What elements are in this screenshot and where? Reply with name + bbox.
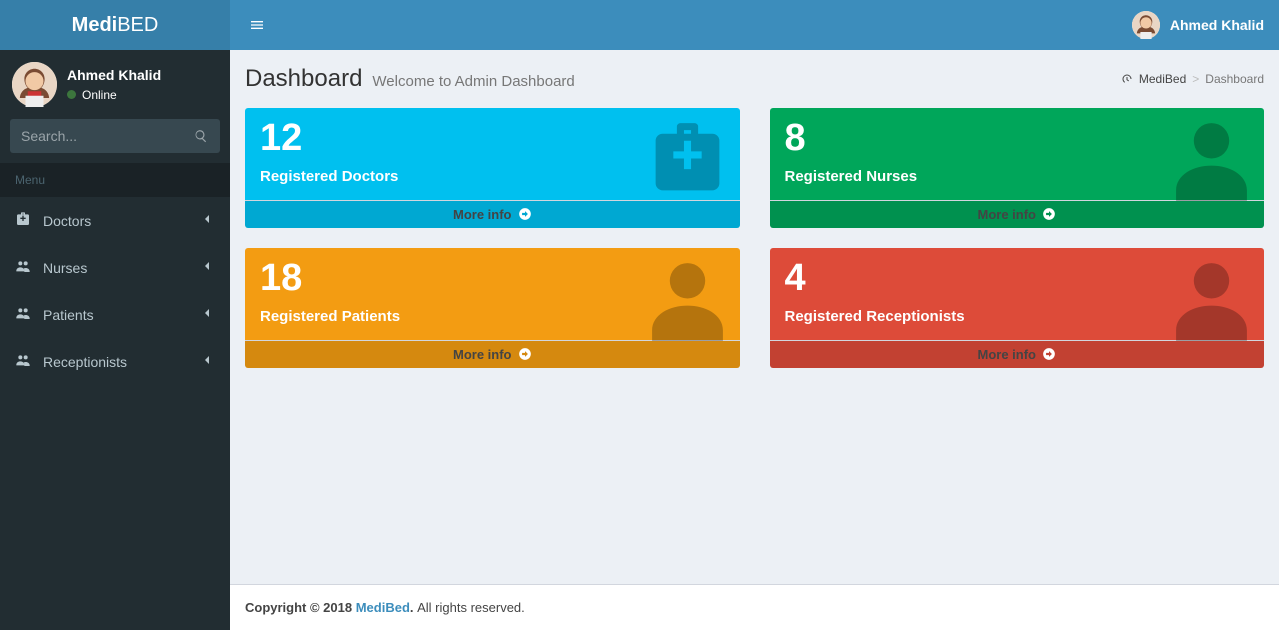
chevron-left-icon bbox=[199, 352, 215, 371]
chevron-left-icon bbox=[199, 211, 215, 230]
sidebar-item-label: Patients bbox=[43, 307, 94, 323]
sidebar-item-doctors[interactable]: Doctors bbox=[0, 197, 230, 244]
person-large-icon bbox=[1169, 116, 1254, 204]
users-icon bbox=[15, 305, 31, 324]
users-icon bbox=[15, 258, 31, 277]
stat-box-nurses: 8 Registered Nurses More info bbox=[770, 108, 1265, 228]
page-title: Dashboard bbox=[245, 65, 362, 93]
brand-bold: Medi bbox=[72, 14, 118, 36]
sidebar-item-label: Nurses bbox=[43, 260, 87, 276]
menu-header: Menu bbox=[0, 163, 230, 197]
breadcrumb-current: Dashboard bbox=[1205, 72, 1264, 86]
sidebar-toggle-button[interactable] bbox=[245, 13, 269, 37]
arrow-circle-right-icon bbox=[518, 347, 532, 361]
page-subtitle: Welcome to Admin Dashboard bbox=[372, 73, 574, 90]
breadcrumb-sep: > bbox=[1192, 72, 1199, 86]
main-footer: Copyright © 2018 MediBed. All rights res… bbox=[230, 584, 1279, 630]
online-dot-icon bbox=[67, 90, 76, 99]
breadcrumb-home[interactable]: MediBed bbox=[1139, 72, 1186, 86]
brand-thin: BED bbox=[117, 14, 158, 36]
sidebar-item-patients[interactable]: Patients bbox=[0, 291, 230, 338]
chevron-left-icon bbox=[199, 305, 215, 324]
brand-logo[interactable]: MediBED bbox=[0, 0, 230, 50]
topbar-user-name: Ahmed Khalid bbox=[1170, 17, 1264, 33]
content-header: Dashboard Welcome to Admin Dashboard Med… bbox=[245, 65, 1264, 93]
sidebar: MediBED Ahmed Khalid Online bbox=[0, 0, 230, 630]
stat-box-doctors: 12 Registered Doctors More info bbox=[245, 108, 740, 228]
users-icon bbox=[15, 352, 31, 371]
sidebar-user-name: Ahmed Khalid bbox=[67, 67, 161, 84]
search-icon bbox=[194, 129, 208, 143]
content: Dashboard Welcome to Admin Dashboard Med… bbox=[230, 50, 1279, 584]
sidebar-item-label: Doctors bbox=[43, 213, 91, 229]
avatar-icon bbox=[12, 62, 57, 107]
person-large-icon bbox=[1169, 256, 1254, 344]
footer-copyright-prefix: Copyright © 2018 bbox=[245, 600, 356, 615]
medkit-icon bbox=[15, 211, 31, 230]
hamburger-icon bbox=[249, 17, 265, 33]
arrow-circle-right-icon bbox=[1042, 347, 1056, 361]
avatar-icon bbox=[1132, 11, 1160, 39]
sidebar-item-nurses[interactable]: Nurses bbox=[0, 244, 230, 291]
footer-suffix: All rights reserved. bbox=[417, 600, 525, 615]
avatar bbox=[12, 62, 57, 107]
stat-box-patients: 18 Registered Patients More info bbox=[245, 248, 740, 368]
person-large-icon bbox=[645, 256, 730, 344]
topbar-user[interactable]: Ahmed Khalid bbox=[1132, 11, 1264, 39]
footer-brand-link[interactable]: MediBed bbox=[356, 600, 410, 615]
dashboard-icon bbox=[1121, 73, 1133, 85]
avatar bbox=[1132, 11, 1160, 39]
sidebar-user-status: Online bbox=[82, 88, 117, 102]
medkit-large-icon bbox=[645, 116, 730, 204]
sidebar-user-panel: Ahmed Khalid Online bbox=[0, 50, 230, 119]
arrow-circle-right-icon bbox=[518, 207, 532, 221]
breadcrumb: MediBed > Dashboard bbox=[1121, 72, 1264, 86]
chevron-left-icon bbox=[199, 258, 215, 277]
sidebar-item-label: Receptionists bbox=[43, 354, 127, 370]
sidebar-item-receptionists[interactable]: Receptionists bbox=[0, 338, 230, 385]
stat-grid: 12 Registered Doctors More info 8 Regist… bbox=[245, 108, 1264, 368]
arrow-circle-right-icon bbox=[1042, 207, 1056, 221]
stat-box-receptionists: 4 Registered Receptionists More info bbox=[770, 248, 1265, 368]
sidebar-menu: Doctors Nurses Patients bbox=[0, 197, 230, 385]
main: Ahmed Khalid Dashboard Welcome to Admin … bbox=[230, 0, 1279, 630]
topbar: Ahmed Khalid bbox=[230, 0, 1279, 50]
search-button[interactable] bbox=[186, 119, 216, 153]
sidebar-search bbox=[0, 119, 230, 163]
